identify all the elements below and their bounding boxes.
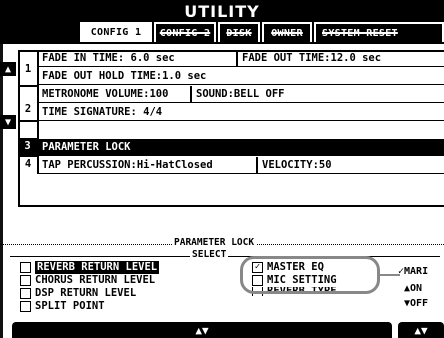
- group-divider: [18, 155, 38, 157]
- mark-button[interactable]: ✓MARI: [398, 266, 428, 277]
- list-item-tap-percussion[interactable]: TAP PERCUSSION:Hi-HatClosed: [38, 157, 444, 174]
- cell-divider: [236, 50, 238, 67]
- bottom-side-arrows[interactable]: ▲▼: [398, 322, 444, 338]
- cell-divider: [256, 157, 258, 174]
- list-item-fade-time[interactable]: FADE IN TIME: 6.0 sec: [38, 50, 444, 67]
- checkbox-icon[interactable]: [20, 262, 31, 273]
- list-item-parameter-lock[interactable]: PARAMETER LOCK: [38, 139, 444, 156]
- cell-divider: [190, 86, 192, 103]
- fade-in-time: FADE IN TIME: 6.0 sec: [42, 52, 175, 64]
- group-number-3: 3: [18, 138, 37, 155]
- tab-disk[interactable]: DISK: [218, 22, 260, 42]
- parameter-lock-label: PARAMETER LOCK: [42, 141, 131, 153]
- checkbox-icon[interactable]: [20, 288, 31, 299]
- tab-config-2[interactable]: CONFIG 2: [154, 22, 216, 42]
- callout-leader-line: [380, 274, 400, 276]
- checkbox-icon[interactable]: [20, 275, 31, 286]
- group-number-4: 4: [24, 158, 32, 170]
- scroll-down-icon[interactable]: ▼: [0, 115, 16, 129]
- on-button[interactable]: ▲ON: [404, 283, 422, 294]
- fade-out-hold-time: FADE OUT HOLD TIME:1.0 sec: [42, 70, 207, 82]
- page-title: UTILITY: [184, 2, 260, 21]
- checkbox-icon[interactable]: [20, 301, 31, 312]
- group-divider: [18, 120, 38, 122]
- bottom-nav-arrows[interactable]: ▲▼: [12, 322, 392, 338]
- tap-velocity: VELOCITY:50: [262, 159, 332, 171]
- list-item-time-signature[interactable]: TIME SIGNATURE: 4/4: [38, 104, 444, 121]
- tab-owner[interactable]: OWNER: [262, 22, 312, 42]
- tap-percussion: TAP PERCUSSION:Hi-HatClosed: [42, 159, 213, 171]
- group-number-2: 2: [24, 103, 32, 115]
- metronome-sound: SOUND:BELL OFF: [196, 88, 285, 100]
- parameter-lock-heading: PARAMETER LOCK: [172, 237, 257, 248]
- list-item-fade-out-hold[interactable]: FADE OUT HOLD TIME:1.0 sec: [38, 68, 444, 85]
- option-reverb-return-level[interactable]: REVERB RETURN LEVEL: [20, 261, 160, 274]
- callout-highlight: [240, 256, 380, 294]
- option-chorus-return-level[interactable]: CHORUS RETURN LEVEL: [20, 274, 155, 287]
- option-dsp-return-level[interactable]: DSP RETURN LEVEL: [20, 287, 136, 300]
- group-divider: [18, 85, 38, 87]
- tab-system-reset[interactable]: SYSTEM RESET: [314, 22, 444, 42]
- off-button[interactable]: ▼OFF: [404, 298, 428, 309]
- scroll-up-icon[interactable]: ▲: [0, 62, 16, 76]
- time-signature: TIME SIGNATURE: 4/4: [42, 106, 163, 118]
- select-heading: SELECT: [190, 249, 229, 260]
- group-number-1: 1: [24, 63, 32, 75]
- tab-config-1[interactable]: CONFIG 1: [80, 22, 152, 42]
- fade-out-time: FADE OUT TIME:12.0 sec: [242, 52, 382, 64]
- metronome-volume: METRONOME VOLUME:100: [42, 88, 169, 100]
- option-split-point[interactable]: SPLIT POINT: [20, 300, 105, 313]
